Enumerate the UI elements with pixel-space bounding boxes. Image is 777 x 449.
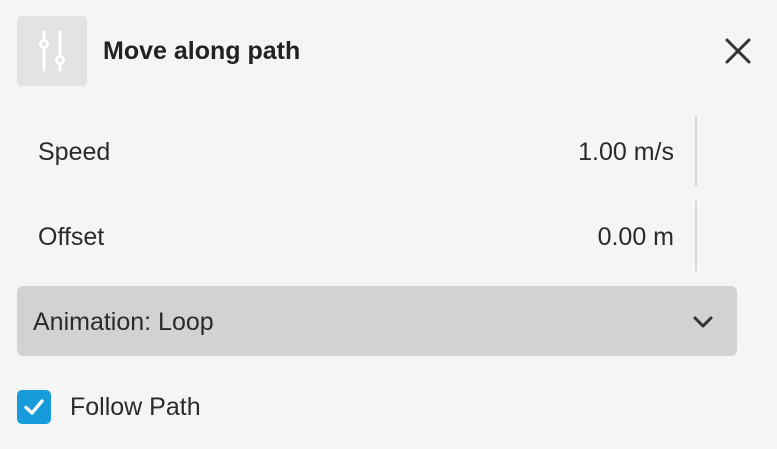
chevron-down-icon <box>693 316 713 328</box>
follow-path-option[interactable]: Follow Path <box>17 389 317 425</box>
offset-label: Offset <box>38 223 105 251</box>
speed-field[interactable]: Speed 1.00 m/s <box>17 116 695 186</box>
animation-dropdown-label: Animation: Loop <box>33 308 214 336</box>
speed-label: Speed <box>38 138 111 166</box>
close-icon <box>725 38 751 64</box>
follow-path-checkbox[interactable] <box>17 390 51 424</box>
offset-value[interactable]: 0.00 m <box>598 223 674 252</box>
follow-path-label: Follow Path <box>70 393 201 421</box>
panel-header: Move along path <box>17 16 760 86</box>
panel-title: Move along path <box>103 37 301 65</box>
close-button[interactable] <box>720 33 756 69</box>
speed-value[interactable]: 1.00 m/s <box>578 138 674 167</box>
checkmark-icon <box>24 399 44 415</box>
animation-dropdown[interactable]: Animation: Loop <box>17 286 737 356</box>
speed-divider <box>695 116 697 186</box>
sliders-icon <box>17 16 87 86</box>
offset-divider <box>695 201 697 271</box>
offset-field[interactable]: Offset 0.00 m <box>17 201 695 271</box>
